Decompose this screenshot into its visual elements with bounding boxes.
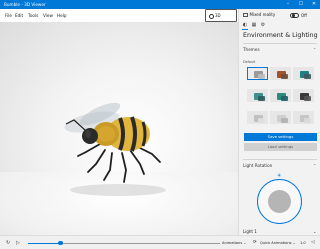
theme-tile[interactable] [270,89,291,102]
chevron-down-icon[interactable]: ⌄ [313,229,316,234]
theme-tile[interactable] [270,111,291,124]
divider [243,159,317,160]
panel-tabs: ◐ ▦ ⚙ [242,22,318,30]
mixed-reality-label: Mixed reality [249,12,276,17]
theme-tile[interactable] [293,111,314,124]
history-button[interactable]: 3D History [205,9,237,30]
timeline-thumb[interactable] [58,240,63,246]
light-rotation-knob[interactable] [268,190,291,213]
menu-file[interactable]: File [5,13,12,18]
menu-help[interactable]: Help [57,13,67,18]
theme-tile[interactable] [247,89,268,102]
mixed-reality-toggle[interactable] [290,12,299,18]
tab-stats-icon[interactable]: ▦ [251,22,257,28]
title-bar: Bumble - 3D Viewer – ☐ ✕ [0,0,320,9]
theme-tile[interactable] [293,67,314,80]
theme-tile[interactable] [270,67,291,80]
quick-animations-dropdown[interactable]: Quick Animations ⌄ [260,241,296,245]
save-settings-button[interactable]: Save settings [244,133,317,141]
mixed-reality-option[interactable]: Mixed reality [243,12,275,17]
maximize-button[interactable]: ☐ [295,0,307,9]
play-icon[interactable]: ▷ [16,240,20,246]
load-settings-button[interactable]: Load settings [244,143,317,151]
themes-heading[interactable]: Themes [243,47,260,52]
timeline-progress [28,242,60,244]
theme-tile[interactable] [293,89,314,102]
minimize-button[interactable]: – [282,0,294,9]
tab-environment-icon[interactable]: ◐ [242,22,248,30]
menu-bar: File Edit Tools View Help [0,9,238,22]
bee-model[interactable] [0,22,238,235]
loop-icon[interactable]: ↻ [6,240,10,246]
theme-tile[interactable] [247,67,268,80]
tab-settings-icon[interactable]: ⚙ [260,22,266,28]
divider [243,43,317,44]
toggle-label: Off [301,12,307,18]
panel-title: Environment & Lighting [243,32,318,39]
viewport-3d[interactable] [0,22,238,235]
mixed-reality-checkbox[interactable] [243,12,248,17]
chevron-up-icon[interactable]: ⌃ [313,163,316,168]
bottom-bar: ↻ ▷ Animations ⌄ ⟳ Quick Animations ⌄ 1.… [0,235,320,249]
light-1-label: Light 1 [243,229,257,234]
light-rotation-heading[interactable]: Light Rotation [243,163,272,168]
zoom-level: 1.0 [300,241,306,245]
menu-tools[interactable]: Tools [28,13,38,18]
animations-dropdown[interactable]: Animations ⌄ [222,241,246,245]
themes-default-label: Default [243,60,256,64]
menu-edit[interactable]: Edit [15,13,23,18]
sound-icon[interactable]: ◁ [311,240,314,245]
rotate-icon[interactable]: ⟳ [253,240,257,245]
right-panel: Mixed reality Off ◐ ▦ ⚙ Environment & Li… [238,9,320,235]
window-title: Bumble - 3D Viewer [4,2,46,7]
history-icon [209,13,214,19]
menu-view[interactable]: View [43,13,53,18]
chevron-up-icon[interactable]: ⌃ [313,47,316,52]
close-button[interactable]: ✕ [308,0,320,9]
theme-tile[interactable] [247,111,268,124]
